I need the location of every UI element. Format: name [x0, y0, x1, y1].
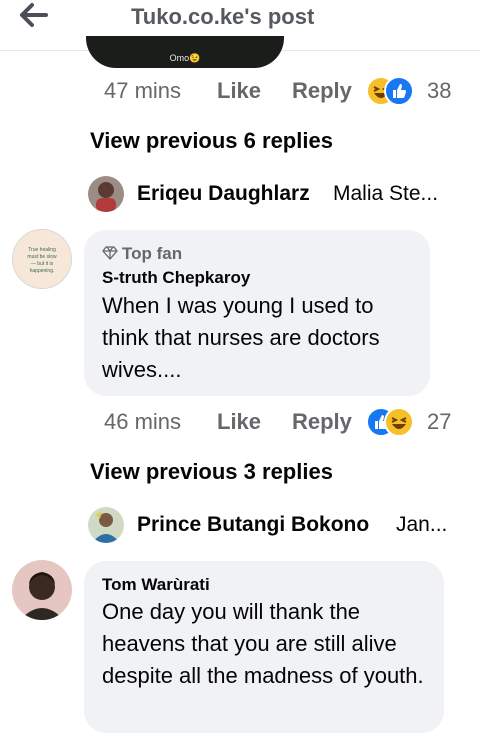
comment-time[interactable]: 47 mins [104, 78, 181, 104]
haha-reaction-icon [384, 407, 414, 437]
avatar[interactable]: True healing must be slow — but it is ha… [12, 229, 72, 289]
avatar[interactable] [88, 176, 124, 212]
view-previous-replies[interactable]: View previous 6 replies [90, 128, 333, 154]
reply-author[interactable]: Prince Butangi Bokono [137, 513, 369, 537]
comment-time[interactable]: 46 mins [104, 409, 181, 435]
comment-author[interactable]: Tom Warùrati [102, 575, 210, 595]
reply-snippet: Jan... [396, 513, 448, 536]
view-previous-replies[interactable]: View previous 3 replies [90, 459, 333, 485]
reaction-count[interactable]: 38 [427, 78, 451, 104]
reaction-summary[interactable] [366, 407, 416, 437]
avatar[interactable] [88, 507, 124, 543]
arrow-left-icon [20, 3, 48, 27]
diamond-icon [102, 246, 118, 260]
comment-bubble[interactable]: Tom Warùrati One day you will thank the … [84, 561, 444, 733]
page-title: Tuko.co.ke's post [131, 4, 315, 29]
top-fan-label: Top fan [122, 244, 183, 263]
comment-media-thumbnail[interactable]: Omo😉 [86, 36, 284, 68]
svg-text:happening.: happening. [30, 268, 55, 274]
reply-preview[interactable]: Eriqeu Daughlarz Malia Ste... [88, 176, 458, 212]
comment-actions: 47 mins Like Reply 38 [104, 76, 464, 108]
like-reaction-icon [384, 76, 414, 106]
comment-bubble[interactable]: Top fan S-truth Chepkaroy When I was you… [84, 230, 430, 396]
reply-snippet: Malia Ste... [333, 182, 439, 205]
comment-author[interactable]: S-truth Chepkaroy [102, 268, 250, 288]
svg-text:True healing: True healing [28, 247, 56, 253]
avatar-text-image: True healing must be slow — but it is ha… [13, 230, 71, 288]
media-caption: Omo😉 [169, 53, 201, 63]
comment-text: When I was young I used to think that nu… [102, 293, 380, 382]
like-button[interactable]: Like [217, 78, 261, 104]
svg-text:must be slow: must be slow [27, 254, 57, 260]
reply-preview[interactable]: Prince Butangi Bokono Jan... [88, 507, 458, 543]
like-button[interactable]: Like [217, 409, 261, 435]
top-fan-badge: Top fan [102, 244, 182, 264]
svg-text:— but it is: — but it is [31, 261, 54, 267]
reply-button[interactable]: Reply [292, 409, 352, 435]
reply-author[interactable]: Eriqeu Daughlarz [137, 182, 310, 206]
comment-actions: 46 mins Like Reply 27 [104, 407, 464, 439]
reaction-count[interactable]: 27 [427, 409, 451, 435]
comment-text: One day you will thank the heavens that … [102, 599, 424, 688]
reaction-summary[interactable] [366, 76, 416, 106]
back-button[interactable] [18, 2, 52, 28]
avatar[interactable] [12, 560, 72, 620]
reply-button[interactable]: Reply [292, 78, 352, 104]
